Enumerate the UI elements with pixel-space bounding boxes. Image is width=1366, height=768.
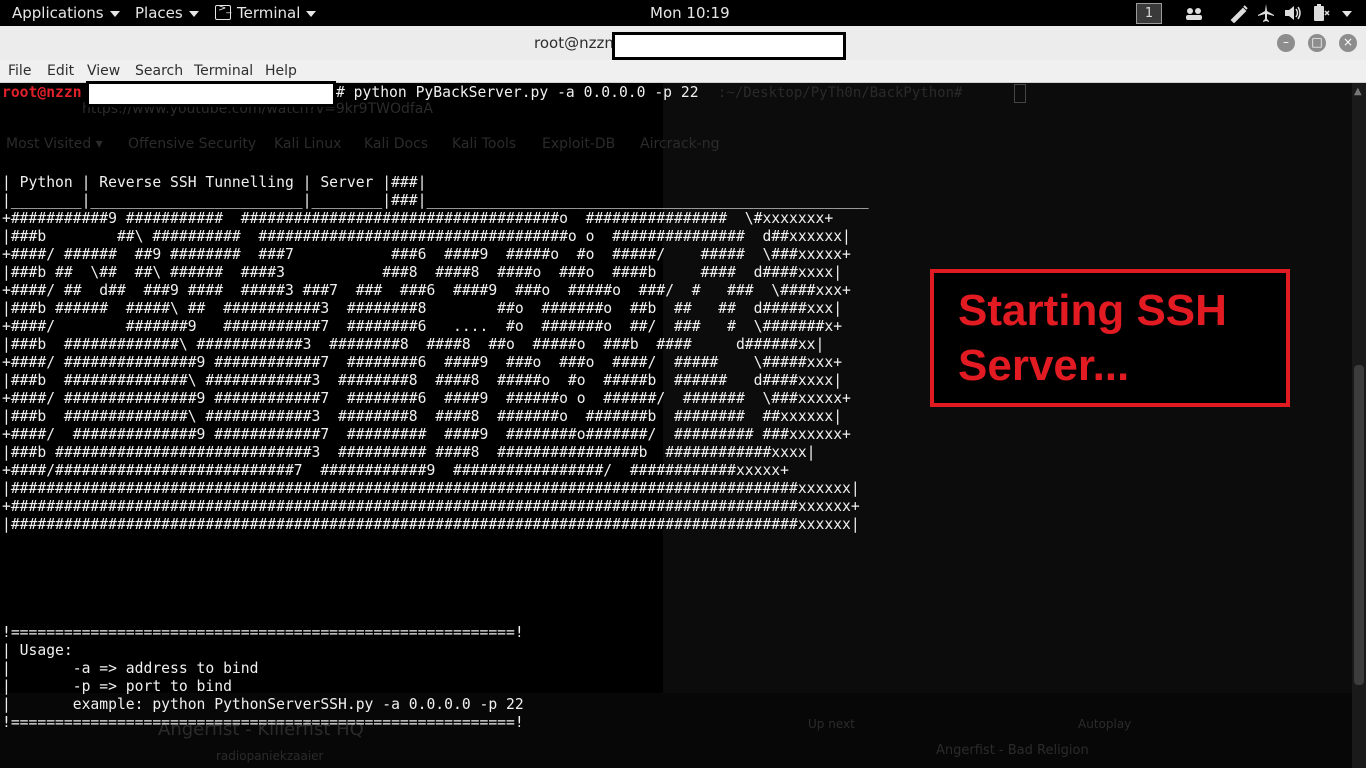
ghost-bookmark: Kali Docs [364, 136, 429, 152]
applications-label: Applications [12, 4, 104, 22]
terminal-output[interactable]: https://www.youtube.com/watch?v=9kr9TWOd… [0, 83, 1352, 768]
banner-line: |###b #############################3 ###… [2, 444, 816, 461]
banner-line: +####/ #######9 ###########7 ########6 .… [2, 318, 843, 335]
minimize-button[interactable]: – [1277, 34, 1295, 52]
terminal-app-icon: >_ [215, 3, 231, 20]
banner-line: +####/###########################7 #####… [2, 462, 789, 479]
banner-line: +####/ ###############9 ############7 ##… [2, 390, 851, 407]
workspace-indicator[interactable]: 1 [1136, 3, 1162, 24]
applications-menu[interactable]: Applications [12, 4, 120, 22]
menu-help[interactable]: Help [265, 63, 297, 79]
menu-view[interactable]: View [87, 63, 120, 79]
menu-search[interactable]: Search [135, 63, 183, 79]
ghost-channel: radiopaniekzaaier [216, 749, 324, 763]
ghost-bookmark: Exploit-DB [542, 136, 616, 152]
banner-line: |###b ## \## ##\ ###### ####3 ###8 ####8… [2, 264, 843, 281]
ghost-bookmark: Offensive Security [128, 136, 257, 152]
close-icon: × [1342, 35, 1354, 49]
banner-line: |###b ###### #####\ ## ###########3 ####… [2, 300, 843, 317]
banner-line: +###########9 ########### ##############… [2, 210, 834, 227]
scrollbar-thumb[interactable] [1354, 365, 1364, 685]
scroll-up-icon[interactable]: ▲ [1354, 86, 1362, 97]
prompt-user: root@nzzn [2, 84, 82, 101]
maximize-icon: □ [1311, 35, 1323, 49]
banner-line: |###b ##\ ########## ###################… [2, 228, 851, 245]
places-menu[interactable]: Places [135, 4, 199, 22]
system-menu-chevron-icon[interactable] [1342, 11, 1352, 17]
annotation-callout: Starting SSH Server... [930, 269, 1290, 407]
usage-line: | example: python PythonServerSSH.py -a … [2, 696, 524, 713]
usage-line: !=======================================… [2, 714, 524, 731]
clock[interactable]: Mon 10:19 [650, 4, 730, 22]
banner-line: |________|________________________|_____… [2, 192, 869, 209]
gnome-top-bar: Applications Places >_ Terminal Mon 10:19… [0, 0, 1366, 26]
people-icon[interactable] [1184, 3, 1204, 23]
ghost-bookmark: Aircrack-ng [640, 136, 720, 152]
battery-icon[interactable] [1310, 3, 1330, 23]
window-title: root@nzzn: [534, 34, 619, 52]
banner-line: +#######################################… [2, 498, 860, 515]
airplane-icon[interactable] [1256, 3, 1276, 23]
menu-terminal[interactable]: Terminal [194, 63, 253, 79]
minimize-icon: – [1283, 35, 1289, 49]
banner-line: +####/ ###############9 ############7 ##… [2, 354, 843, 371]
ghost-bookmark: Kali Linux [274, 136, 342, 152]
callout-line-2: Server... [958, 341, 1130, 390]
ghost-autoplay: Autoplay [1078, 717, 1132, 731]
ghost-upnext-title: Angerfist - Bad Religion [936, 743, 1089, 758]
banner-line: |###b ##############\ ############3 ####… [2, 372, 843, 389]
title-redaction-box [612, 32, 846, 60]
places-label: Places [135, 4, 183, 22]
usage-line: | Usage: [2, 642, 73, 659]
ghost-bookmark: Kali Tools [452, 136, 517, 152]
chevron-down-icon [188, 10, 199, 17]
callout-text: Starting SSH Server... [958, 283, 1278, 393]
command-text: # python PyBackServer.py -a 0.0.0.0 -p 2… [336, 84, 699, 101]
banner-line: +####/ ##############9 ############7 ###… [2, 426, 851, 443]
menu-file[interactable]: File [8, 63, 31, 79]
callout-line-1: Starting SSH [958, 286, 1227, 335]
close-button[interactable]: × [1339, 34, 1357, 52]
ghost-bookmark: Most Visited ▾ [6, 136, 103, 152]
prompt-redaction-box [86, 81, 336, 107]
banner-line: |#######################################… [2, 516, 860, 533]
terminal-app-label: Terminal [237, 4, 301, 22]
banner-line: +####/ ###### ##9 ######## ###7 ###6 ###… [2, 246, 851, 263]
maximize-button[interactable]: □ [1308, 34, 1326, 52]
volume-icon[interactable] [1283, 3, 1303, 23]
usage-line: | -a => address to bind [2, 660, 259, 677]
terminal-app-menu[interactable]: >_ Terminal [215, 3, 317, 22]
pen-tool-icon[interactable] [1229, 3, 1249, 23]
ghost-prompt: :~/Desktop/PyTh0n/BackPython# [718, 85, 971, 101]
menu-edit[interactable]: Edit [47, 63, 74, 79]
terminal-menubar: File Edit View Search Terminal Help [0, 60, 1366, 83]
banner-line: |###b ##############\ ############3 ####… [2, 408, 843, 425]
banner-line: |###b #############\ ############3 #####… [2, 336, 825, 353]
banner-line: +####/ ## d## ###9 #### #####3 ###7 ### … [2, 282, 851, 299]
usage-line: !=======================================… [2, 624, 524, 641]
ghost-upnext: Up next [808, 717, 855, 731]
chevron-down-icon [306, 10, 317, 17]
chevron-down-icon [109, 10, 120, 17]
terminal-cursor [1014, 84, 1026, 103]
usage-line: | -p => port to bind [2, 678, 232, 695]
banner-line: | Python | Reverse SSH Tunnelling | Serv… [2, 174, 427, 191]
banner-line: |#######################################… [2, 480, 860, 497]
